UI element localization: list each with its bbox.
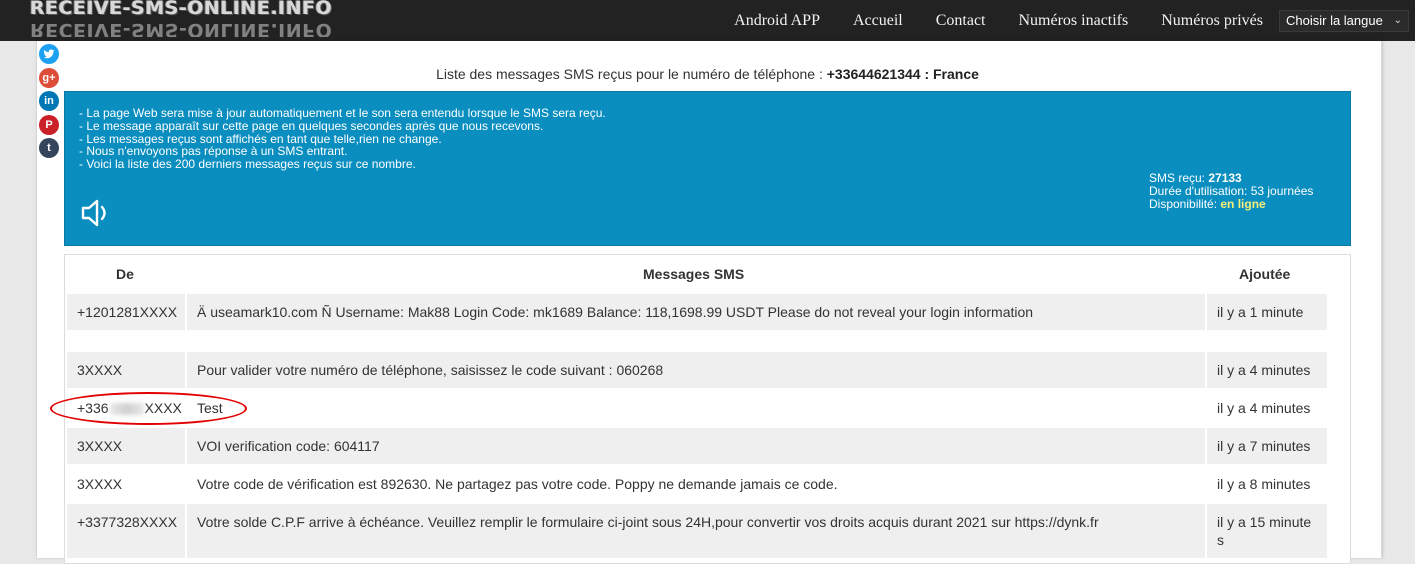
sender: 3XXXX [67, 428, 185, 464]
social-share-bar: g+ in P t [39, 44, 61, 162]
info-line: - La page Web sera mise à jour automatiq… [79, 106, 606, 120]
received-time: il y a 7 minutes [1207, 428, 1327, 464]
google-plus-icon[interactable]: g+ [39, 67, 59, 88]
redacted-digits [109, 403, 144, 416]
nav-contact[interactable]: Contact [936, 12, 986, 30]
message-text: VOI verification code: 604117 [187, 428, 1205, 464]
received-time: il y a 8 minutes [1217, 476, 1311, 492]
nav-numeros-inactifs[interactable]: Numéros inactifs [1018, 12, 1128, 30]
language-select-label: Choisir la langue [1286, 13, 1383, 28]
table-row: +3377328XXXX Votre solde C.P.F arrive à … [67, 504, 1327, 558]
phone-number: +33644621344 : France [826, 66, 979, 82]
sms-count: 27133 [1208, 171, 1242, 185]
received-time: il y a 4 minutes [1217, 400, 1311, 416]
received-time: il y a 15 minute s [1207, 504, 1327, 558]
nav-accueil[interactable]: Accueil [853, 12, 903, 30]
message-text: Test [197, 400, 223, 416]
status-badge: en ligne [1220, 197, 1266, 211]
pinterest-icon[interactable]: P [39, 114, 59, 135]
table-row: 3XXXX Votre code de vérification est 892… [67, 466, 1327, 502]
table-row: +1201281XXXX Ä useamark10.com Ñ Username… [67, 294, 1327, 330]
sender: 3XXXX [77, 476, 123, 492]
message-text: Votre code de vérification est 892630. N… [197, 476, 838, 492]
twitter-icon[interactable] [39, 44, 59, 64]
linkedin-icon[interactable]: in [39, 91, 59, 111]
info-line: - Voici la liste des 200 derniers messag… [79, 157, 416, 172]
language-select[interactable]: Choisir la langue ⌄ [1279, 9, 1409, 32]
sender: +336 XXXX [77, 400, 182, 416]
header-added: Ajoutée [1239, 266, 1291, 282]
speaker-icon[interactable] [79, 196, 113, 230]
duration-value: 53 journées [1250, 184, 1314, 198]
sender: +3377328XXXX [67, 504, 185, 558]
page-title: Liste des messages SMS reçus pour le num… [436, 66, 979, 82]
message-text: Ä useamark10.com Ñ Username: Mak88 Login… [187, 294, 1205, 330]
logo-reflection: RECEIVE-SMS-ONLINE.INFO [30, 20, 333, 37]
stats-panel: SMS reçu: 27133 Durée d'utilisation: 53 … [1149, 171, 1314, 211]
nav-links: Android APP Accueil Contact Numéros inac… [734, 0, 1415, 41]
top-navbar: RECEIVE-SMS-ONLINE.INFO RECEIVE-SMS-ONLI… [0, 0, 1415, 41]
header-messages: Messages SMS [643, 266, 745, 282]
site-logo[interactable]: RECEIVE-SMS-ONLINE.INFO RECEIVE-SMS-ONLI… [30, 0, 340, 37]
nav-android-app[interactable]: Android APP [734, 12, 820, 30]
table-row: 3XXXX VOI verification code: 604117 il y… [67, 428, 1327, 464]
info-box: - La page Web sera mise à jour automatiq… [64, 91, 1351, 246]
message-text: Votre solde C.P.F arrive à échéance. Veu… [187, 504, 1205, 558]
sender: +1201281XXXX [67, 294, 185, 330]
table-row: +336 XXXX Test il y a 4 minutes [67, 390, 1327, 426]
message-text: Pour valider votre numéro de téléphone, … [187, 352, 1205, 388]
received-time: il y a 4 minutes [1207, 352, 1327, 388]
received-time: il y a 1 minute [1207, 294, 1327, 330]
chevron-down-icon: ⌄ [1393, 15, 1402, 26]
info-line: - Le message apparaît sur cette page en … [79, 118, 544, 133]
nav-numeros-prives[interactable]: Numéros privés [1161, 12, 1263, 30]
table-row: 3XXXX Pour valider votre numéro de télép… [67, 352, 1327, 388]
tumblr-icon[interactable]: t [39, 138, 59, 158]
sender: 3XXXX [67, 352, 185, 388]
messages-table: De Messages SMS Ajoutée +1201281XXXX Ä u… [64, 254, 1351, 564]
table-header: De Messages SMS Ajoutée [65, 255, 1350, 293]
info-notes: - La page Web sera mise à jour automatiq… [79, 107, 606, 171]
header-from: De [116, 266, 134, 282]
